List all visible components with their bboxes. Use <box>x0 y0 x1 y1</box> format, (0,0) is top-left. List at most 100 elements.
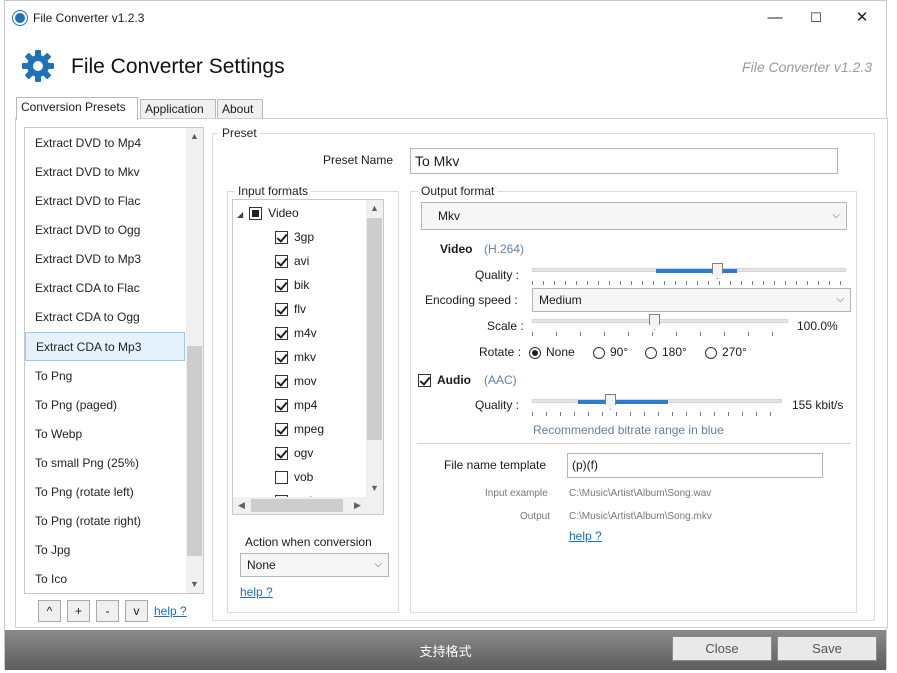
action-select[interactable]: None ⌵ <box>240 553 389 577</box>
format-label: m4v <box>294 326 317 340</box>
preset-item[interactable]: To Jpg <box>25 536 185 565</box>
tab-application[interactable]: Application <box>140 99 216 119</box>
preset-item[interactable]: To Png (rotate left) <box>25 478 185 507</box>
close-button[interactable]: Close <box>672 636 772 661</box>
preset-item[interactable]: To Png (rotate right) <box>25 507 185 536</box>
preset-item[interactable]: To Png <box>25 362 185 391</box>
action-label: Action when conversion <box>245 535 372 549</box>
tree-category-row[interactable]: ◢ Video <box>237 201 299 225</box>
scrollbar-thumb[interactable] <box>367 218 382 440</box>
encoding-speed-select[interactable]: Medium ⌵ <box>532 288 851 312</box>
preset-item[interactable]: Extract DVD to Mp4 <box>25 129 185 158</box>
radio-button[interactable] <box>529 346 541 359</box>
format-checkbox[interactable] <box>275 351 288 365</box>
preset-item[interactable]: To Ico <box>25 565 185 593</box>
rotate-270-option[interactable]: 270° <box>705 345 747 359</box>
scroll-up-icon[interactable]: ▲ <box>186 128 203 145</box>
radio-button[interactable] <box>593 346 605 359</box>
save-button[interactable]: Save <box>777 636 877 661</box>
format-checkbox[interactable] <box>275 255 288 269</box>
divider <box>417 443 851 444</box>
remove-preset-button[interactable]: - <box>96 600 119 622</box>
format-checkbox[interactable] <box>275 399 288 413</box>
format-checkbox[interactable] <box>275 471 288 485</box>
scrollbar-thumb[interactable] <box>251 499 343 512</box>
minimize-button[interactable]: — <box>760 7 790 29</box>
input-formats-tree[interactable]: ◢ Video 3gp avi bik flv m4v mkv mov mp4 m… <box>232 199 384 515</box>
format-checkbox[interactable] <box>275 375 288 389</box>
page-title: File Converter Settings <box>71 55 285 78</box>
scroll-down-icon[interactable]: ▼ <box>366 480 383 497</box>
chevron-down-icon: ⌵ <box>832 210 840 221</box>
format-row[interactable]: 3gp <box>275 225 314 249</box>
rotate-none-option[interactable]: None <box>529 345 575 359</box>
audio-checkbox[interactable] <box>418 374 431 388</box>
format-row[interactable]: flv <box>275 297 306 321</box>
collapse-arrow-icon[interactable]: ◢ <box>237 210 243 219</box>
preset-item[interactable]: Extract CDA to Flac <box>25 274 185 303</box>
template-input[interactable]: (p)(f) <box>567 453 823 478</box>
rotate-180-option[interactable]: 180° <box>645 345 687 359</box>
audio-label: Audio <box>437 373 471 387</box>
preset-item-selected[interactable]: Extract CDA to Mp3 <box>25 332 185 361</box>
preset-name-input[interactable]: To Mkv <box>410 148 838 174</box>
format-row[interactable]: vob <box>275 465 313 489</box>
category-checkbox[interactable] <box>249 207 263 221</box>
preset-group-label: Preset <box>219 126 260 140</box>
preset-item[interactable]: Extract DVD to Mp3 <box>25 245 185 274</box>
scrollbar-thumb[interactable] <box>187 346 202 556</box>
scroll-left-icon[interactable]: ◀ <box>233 497 250 514</box>
output-format-select[interactable]: Mkv ⌵ <box>421 202 847 230</box>
settings-header: File Converter Settings File Converter v… <box>5 35 886 95</box>
format-row[interactable]: m4v <box>275 321 317 345</box>
scroll-down-icon[interactable]: ▼ <box>186 576 203 593</box>
maximize-button[interactable]: ☐ <box>801 7 831 29</box>
format-row[interactable]: mkv <box>275 345 316 369</box>
audio-codec: (AAC) <box>484 373 517 387</box>
preset-item[interactable]: To Png (paged) <box>25 391 185 420</box>
preset-item[interactable]: Extract CDA to Ogg <box>25 303 185 332</box>
output-example-value: C:\Music\Artist\Album\Song.mkv <box>569 511 712 522</box>
rotate-90-option[interactable]: 90° <box>593 345 628 359</box>
format-row[interactable]: avi <box>275 249 309 273</box>
app-icon <box>13 11 27 25</box>
scroll-right-icon[interactable]: ▶ <box>349 497 366 514</box>
format-checkbox[interactable] <box>275 303 288 317</box>
tab-conversion-presets[interactable]: Conversion Presets <box>16 97 138 120</box>
preset-item[interactable]: To small Png (25%) <box>25 449 185 478</box>
format-row[interactable]: mpeg <box>275 417 324 441</box>
audio-toggle[interactable]: Audio <box>418 373 471 388</box>
preset-item[interactable]: Extract DVD to Ogg <box>25 216 185 245</box>
format-checkbox[interactable] <box>275 447 288 461</box>
format-checkbox[interactable] <box>275 327 288 341</box>
preset-item[interactable]: Extract DVD to Flac <box>25 187 185 216</box>
tree-vscroll[interactable]: ▲ ▼ <box>366 200 383 497</box>
format-row[interactable]: bik <box>275 273 309 297</box>
format-checkbox[interactable] <box>275 231 288 245</box>
output-help-link[interactable]: help ? <box>569 529 602 543</box>
format-label: mov <box>294 374 317 388</box>
chevron-down-icon: ⌵ <box>836 294 844 305</box>
format-label: bik <box>294 278 310 292</box>
preset-list[interactable]: Extract DVD to Mp4 Extract DVD to Mkv Ex… <box>24 127 204 594</box>
format-checkbox[interactable] <box>275 423 288 437</box>
input-help-link[interactable]: help ? <box>240 585 273 599</box>
scroll-up-icon[interactable]: ▲ <box>366 200 383 217</box>
preset-item[interactable]: Extract DVD to Mkv <box>25 158 185 187</box>
format-row[interactable]: ogv <box>275 441 313 465</box>
radio-button[interactable] <box>645 346 657 359</box>
format-row[interactable]: mov <box>275 369 317 393</box>
preset-list-scrollbar[interactable]: ▲ ▼ <box>186 128 203 593</box>
close-window-button[interactable]: ✕ <box>847 7 877 29</box>
presets-help-link[interactable]: help ? <box>154 604 187 618</box>
rotate-option-label: 270° <box>722 345 747 359</box>
add-preset-button[interactable]: + <box>67 600 90 622</box>
move-up-button[interactable]: ^ <box>38 600 61 622</box>
preset-item[interactable]: To Webp <box>25 420 185 449</box>
tab-about[interactable]: About <box>217 99 263 119</box>
move-down-button[interactable]: v <box>125 600 148 622</box>
format-checkbox[interactable] <box>275 279 288 293</box>
radio-button[interactable] <box>705 346 717 359</box>
format-row[interactable]: mp4 <box>275 393 317 417</box>
tree-hscroll[interactable]: ◀ ▶ <box>233 497 383 514</box>
